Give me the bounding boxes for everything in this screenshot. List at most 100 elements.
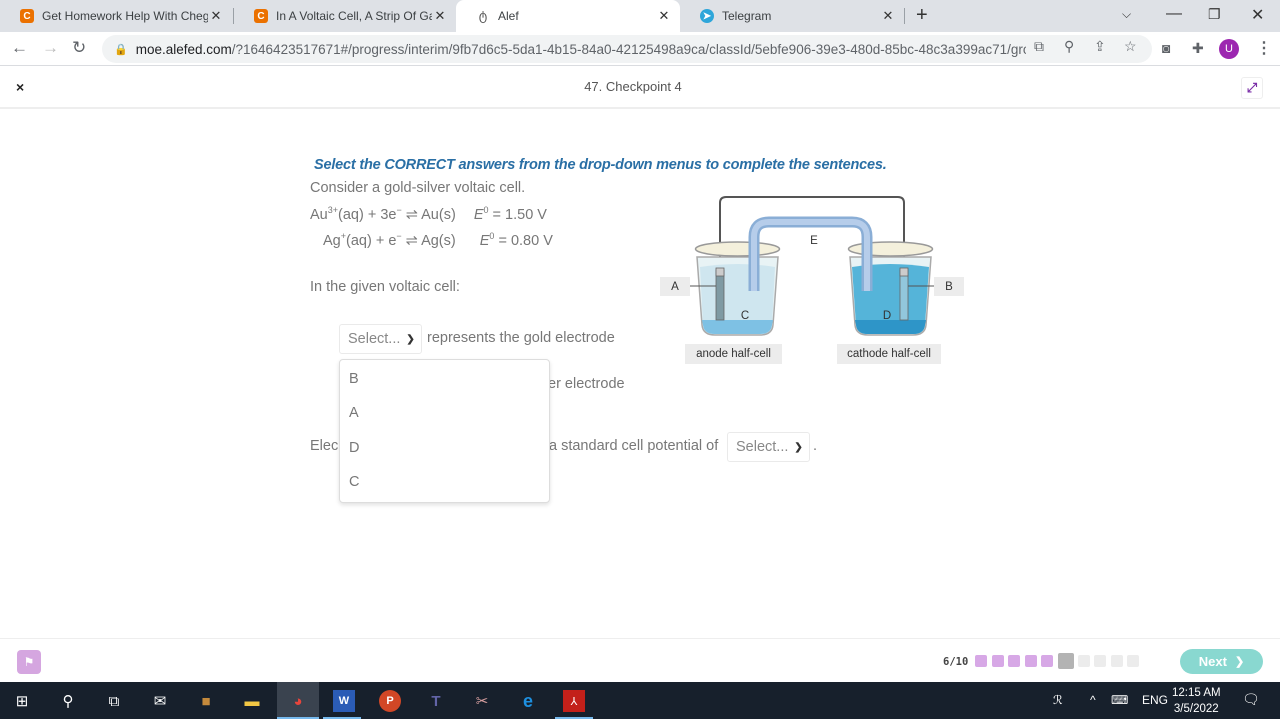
show-hidden-icons-chevron[interactable]: ^ <box>1090 693 1096 707</box>
reload-button[interactable]: ↻ <box>72 38 86 58</box>
back-button[interactable]: ← <box>11 38 28 58</box>
label-d: D <box>882 310 892 322</box>
avatar-initial: U <box>1225 43 1233 55</box>
voltaic-cell-diagram: A B C D E anode half-cell cathode half-c… <box>650 185 980 370</box>
eq-potential-sup: 0 <box>483 205 489 215</box>
edge-icon[interactable]: e <box>517 690 539 712</box>
close-window-button[interactable]: ✕ <box>1251 5 1264 25</box>
tab-search-chevron-icon[interactable]: ⌵ <box>1122 7 1131 22</box>
address-bar[interactable]: 🔒 moe.alefed.com/?1646423517671#/progres… <box>102 35 1152 63</box>
lesson-title: 47. Checkpoint 4 <box>584 79 682 94</box>
close-tab-icon[interactable]: ✕ <box>656 8 672 24</box>
progress-dot-8[interactable] <box>1094 655 1106 667</box>
progress-dot-3[interactable] <box>1008 655 1020 667</box>
chevron-right-icon: ❯ <box>1234 656 1245 668</box>
bookmark-star-icon[interactable]: ☆ <box>1124 38 1137 55</box>
tab-chegg-homework[interactable]: C Get Homework Help With Chegg ✕ <box>0 0 232 32</box>
electrode-a-clip <box>715 267 725 277</box>
camera-icon[interactable]: ◙ <box>1162 40 1170 56</box>
progress-dot-2[interactable] <box>991 655 1004 667</box>
eq-potential-label: E <box>479 233 490 249</box>
minecraft-icon[interactable]: ■ <box>195 690 217 712</box>
close-tab-icon[interactable]: ✕ <box>208 8 224 24</box>
next-button[interactable]: Next ❯ <box>1180 649 1263 674</box>
tab-title: Alef <box>498 9 519 23</box>
notifications-icon[interactable]: 🗨 <box>1242 691 1260 708</box>
progress-dot-1[interactable] <box>975 655 987 667</box>
tab-separator <box>904 8 905 24</box>
question-intro: Consider a gold-silver voltaic cell. <box>310 180 526 196</box>
zoom-icon[interactable]: ⚲ <box>1064 38 1074 55</box>
eq-electron-charge: − <box>396 205 402 215</box>
url-path: /?1646423517671#/progress/interim/9fb7d6… <box>231 41 1026 57</box>
progress-dot-10[interactable] <box>1127 655 1139 667</box>
eq-potential-label: E <box>473 207 484 223</box>
tab-telegram[interactable]: ➤ Telegram ✕ <box>680 0 904 32</box>
half-reaction-gold: Au3+(aq) + 3e− ⇌ Au(s) E0 = 1.50 V <box>310 205 547 223</box>
tab-alef[interactable]: ტ Alef ✕ <box>456 0 680 32</box>
task-view-icon[interactable]: ⧉ <box>103 690 125 712</box>
system-clock[interactable]: 12:15 AM 3/5/2022 <box>1172 685 1221 717</box>
expand-fullscreen-icon[interactable]: ⤢ <box>1241 77 1263 99</box>
flag-icon[interactable]: ⚑ <box>17 650 41 674</box>
close-tab-icon[interactable]: ✕ <box>432 8 448 24</box>
chegg-icon: C <box>20 9 34 23</box>
browser-menu-icon[interactable]: ⋮ <box>1256 38 1272 58</box>
progress-dot-9[interactable] <box>1110 655 1123 667</box>
dropdown-option-d[interactable]: D <box>349 440 359 456</box>
progress-dot-4[interactable] <box>1024 655 1037 667</box>
people-icon[interactable]: ℛ <box>1053 693 1063 707</box>
dropdown-option-b[interactable]: B <box>349 371 359 387</box>
word-icon[interactable]: W <box>333 690 355 712</box>
translate-icon[interactable]: ⧉ <box>1034 38 1044 55</box>
chrome-icon[interactable]: ◕ <box>287 690 309 712</box>
dropdown-option-c[interactable]: C <box>349 474 359 490</box>
progress-dot-6[interactable] <box>1057 653 1074 669</box>
close-tab-icon[interactable]: ✕ <box>880 8 896 24</box>
label-e: E <box>810 235 818 247</box>
progress-dot-5[interactable] <box>1041 655 1053 667</box>
clock-time: 12:15 AM <box>1172 687 1221 699</box>
eq-potential-sup: 0 <box>489 231 495 241</box>
eq-product: ⇌ Au(s) <box>401 207 456 223</box>
teams-icon[interactable]: T <box>425 690 447 712</box>
dropdown-menu: B A D C <box>339 359 550 503</box>
windows-start-icon[interactable]: ⊞ <box>11 690 33 712</box>
telegram-icon: ➤ <box>700 9 714 23</box>
powerpoint-icon[interactable]: P <box>379 690 401 712</box>
sentence3-period: . <box>813 438 818 454</box>
acrobat-icon[interactable]: ⅄ <box>563 690 585 712</box>
sentence3-text: a standard cell potential of <box>549 438 719 454</box>
chevron-down-icon: ❯ <box>794 441 803 453</box>
share-icon[interactable]: ⇪ <box>1094 38 1106 55</box>
file-explorer-icon[interactable]: ▬ <box>241 690 263 712</box>
profile-avatar[interactable]: U <box>1219 39 1239 59</box>
alef-icon: ტ <box>478 8 488 23</box>
clock-date: 3/5/2022 <box>1173 703 1219 715</box>
tab-title: Get Homework Help With Chegg <box>42 9 208 23</box>
extensions-puzzle-icon[interactable]: ✚ <box>1192 40 1204 57</box>
snipping-tool-icon[interactable]: ✂ <box>471 690 493 712</box>
dropdown-option-a[interactable]: A <box>349 405 359 421</box>
restore-button[interactable]: ❐ <box>1208 6 1221 23</box>
sentence3-prefix: Elec <box>310 438 339 454</box>
question-instruction: Select the CORRECT answers from the drop… <box>314 157 887 173</box>
select-value: Select... <box>348 331 401 347</box>
search-icon[interactable]: ⚲ <box>57 690 79 712</box>
gold-electrode-select[interactable]: Select... ❯ <box>339 324 422 354</box>
tab-chegg-voltaic[interactable]: C In A Voltaic Cell, A Strip Of Gallium … <box>234 0 456 32</box>
tab-title: In A Voltaic Cell, A Strip Of Gallium <box>276 9 432 23</box>
mail-icon[interactable]: ✉ <box>149 690 171 712</box>
keyboard-icon[interactable]: ⌨ <box>1111 693 1128 707</box>
lesson-footer: ⚑ 6/10 Next ❯ <box>0 638 1280 682</box>
forward-button[interactable]: → <box>42 38 59 58</box>
url-text[interactable]: moe.alefed.com/?1646423517671#/progress/… <box>136 42 1026 57</box>
cell-potential-select[interactable]: Select... ❯ <box>727 432 810 462</box>
language-indicator[interactable]: ENG <box>1142 693 1168 707</box>
new-tab-button[interactable]: + <box>916 4 928 27</box>
eq-potential-value: = 1.50 V <box>488 207 547 223</box>
sentence1-text: represents the gold electrode <box>427 330 615 346</box>
progress-dot-7[interactable] <box>1077 655 1090 667</box>
minimize-button[interactable]: — <box>1166 5 1182 23</box>
chegg-icon: C <box>254 9 268 23</box>
